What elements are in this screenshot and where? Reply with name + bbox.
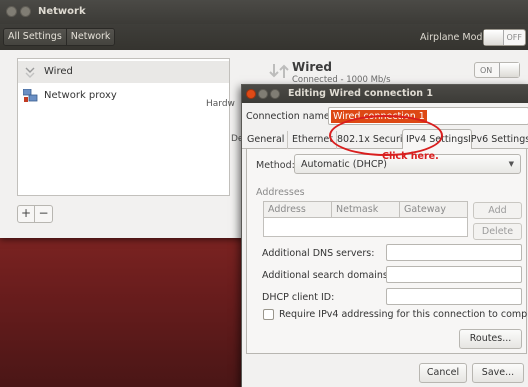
- dropdown-arrow-icon: ▼: [508, 160, 514, 168]
- require-ipv4-checkbox[interactable]: [263, 309, 274, 320]
- airplane-mode-switch[interactable]: OFF: [483, 29, 526, 46]
- wired-network-icon: [25, 67, 35, 78]
- addresses-table-header: Address Netmask Gateway: [264, 202, 467, 218]
- dialog-title: Editing Wired connection 1: [288, 88, 433, 99]
- device-list-buttons: + −: [17, 205, 53, 223]
- dialog-minimize-button[interactable]: [258, 89, 268, 99]
- connection-name-label: Connection name:: [246, 111, 333, 122]
- wired-switch-state: ON: [480, 66, 493, 75]
- addresses-label: Addresses: [256, 187, 305, 198]
- breadcrumb: All Settings Network: [3, 28, 116, 46]
- window-close-button[interactable]: [6, 6, 17, 17]
- device-item-network-proxy[interactable]: Network proxy: [18, 85, 229, 107]
- add-device-button[interactable]: +: [18, 206, 35, 222]
- airplane-mode-state: OFF: [506, 33, 523, 42]
- wired-switch[interactable]: ON: [474, 62, 520, 78]
- column-address: Address: [264, 202, 332, 218]
- require-ipv4-label: Require IPv4 addressing for this connect…: [279, 309, 528, 320]
- breadcrumb-network[interactable]: Network: [66, 29, 115, 45]
- tab-ipv6-settings[interactable]: IPv6 Settings: [465, 131, 528, 149]
- method-label: Method:: [256, 160, 295, 171]
- column-netmask: Netmask: [332, 202, 400, 218]
- search-domains-input[interactable]: [386, 266, 522, 283]
- dialog-maximize-button[interactable]: [270, 89, 280, 99]
- add-address-button[interactable]: Add: [473, 202, 522, 219]
- ipv4-settings-panel: Method: Automatic (DHCP) ▼ Addresses Add…: [246, 149, 528, 354]
- dns-servers-input[interactable]: [386, 244, 522, 261]
- remove-device-button[interactable]: −: [35, 206, 52, 222]
- annotation-ellipse: [329, 115, 443, 156]
- wired-connection-icon: [269, 64, 289, 78]
- cancel-button[interactable]: Cancel: [419, 363, 467, 383]
- switch-knob: [499, 63, 519, 77]
- dialog-titlebar[interactable]: Editing Wired connection 1: [242, 85, 528, 103]
- tab-general[interactable]: General: [244, 131, 289, 149]
- column-gateway: Gateway: [404, 204, 446, 215]
- routes-button[interactable]: Routes...: [459, 329, 522, 349]
- breadcrumb-all-settings[interactable]: All Settings: [4, 29, 67, 45]
- window-minimize-button[interactable]: [20, 6, 31, 17]
- dhcp-client-id-input[interactable]: [386, 288, 522, 305]
- network-window-titlebar[interactable]: Network: [0, 0, 528, 24]
- annotation-text: Click here.: [382, 151, 439, 162]
- delete-address-button[interactable]: Delete: [473, 223, 522, 240]
- dns-servers-label: Additional DNS servers:: [262, 248, 375, 259]
- search-domains-label: Additional search domains:: [262, 270, 392, 281]
- method-value: Automatic (DHCP): [301, 159, 387, 170]
- device-item-wired[interactable]: Wired: [18, 61, 229, 83]
- save-button[interactable]: Save...: [472, 363, 524, 383]
- wired-title: Wired: [292, 60, 332, 74]
- dialog-close-button[interactable]: [246, 89, 256, 99]
- airplane-mode-label: Airplane Mode: [420, 32, 489, 43]
- network-proxy-icon: [23, 89, 38, 102]
- hardware-label: Hardw: [206, 99, 235, 109]
- dhcp-client-id-label: DHCP client ID:: [262, 292, 335, 303]
- device-label: Wired: [44, 66, 73, 77]
- network-toolbar: All Settings Network Airplane Mode OFF: [0, 24, 528, 50]
- addresses-table[interactable]: Address Netmask Gateway: [263, 201, 468, 237]
- device-label: Network proxy: [44, 90, 117, 101]
- window-title: Network: [38, 6, 86, 17]
- device-list: Wired Network proxy: [17, 58, 230, 196]
- switch-knob: [484, 30, 504, 45]
